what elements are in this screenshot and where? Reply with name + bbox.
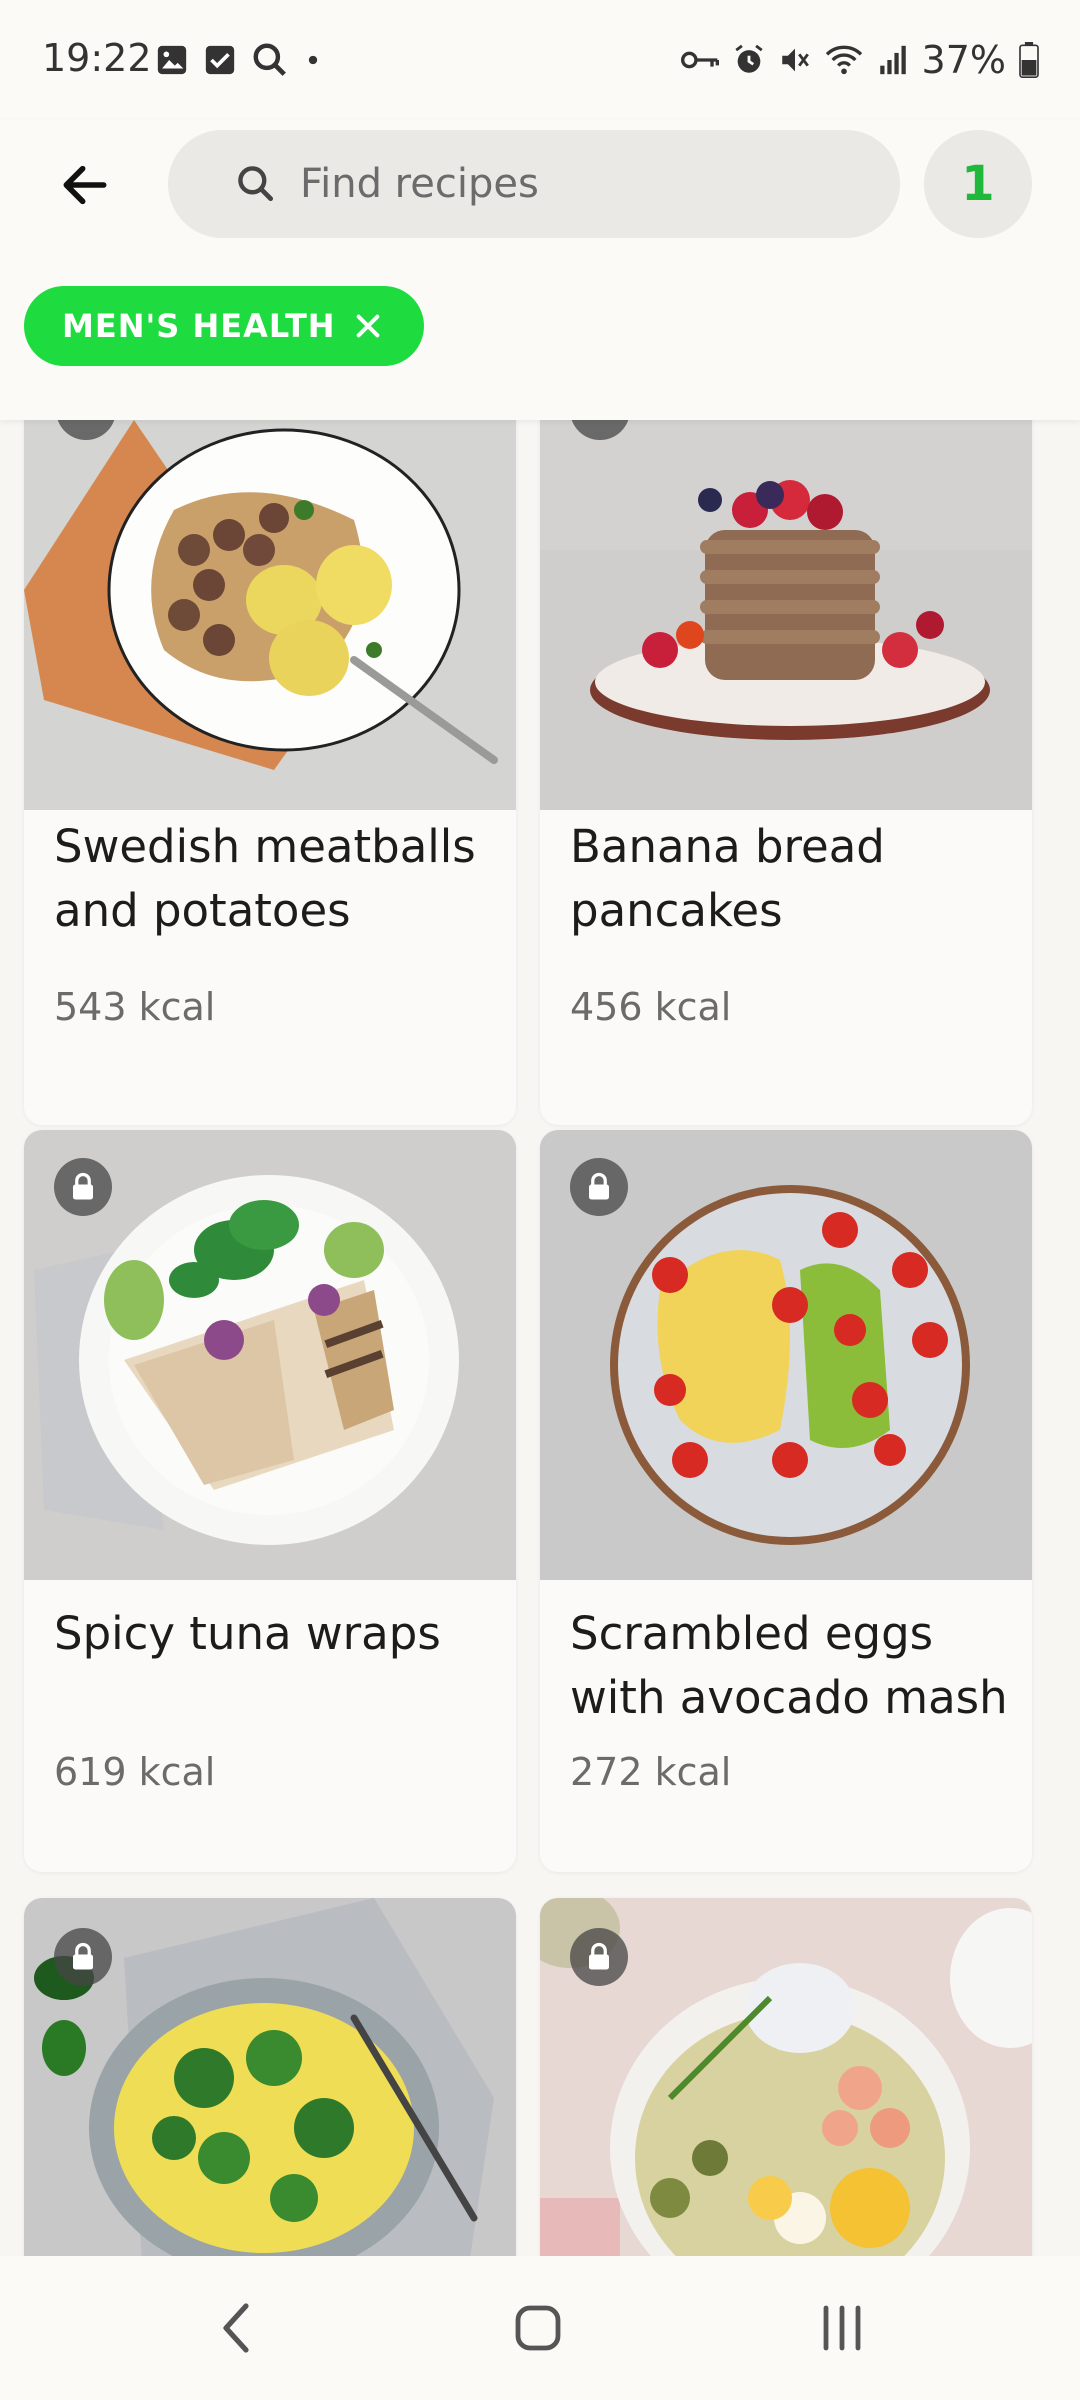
lock-icon: [54, 1158, 112, 1216]
status-time: 19:22: [42, 36, 152, 80]
lock-icon: [570, 1928, 628, 1986]
signal-icon: [879, 45, 906, 75]
back-button[interactable]: [40, 140, 130, 230]
home-square-icon: [515, 2305, 561, 2351]
filter-count-button[interactable]: 1: [924, 130, 1032, 238]
search-icon: [253, 43, 286, 76]
recipe-kcal: 456 kcal: [570, 985, 732, 1029]
battery-percent: 37%: [921, 38, 1006, 82]
recipe-image-pancakes: [540, 420, 1032, 810]
search-input[interactable]: Find recipes: [168, 130, 900, 238]
recipe-kcal: 543 kcal: [54, 985, 216, 1029]
recipe-title: Spicy tuna wraps: [54, 1607, 441, 1660]
wifi-icon: [825, 45, 862, 75]
notification-icons: [155, 40, 323, 80]
vpn-key-icon: [680, 51, 719, 69]
filter-chip-mens-health[interactable]: MEN'S HEALTH: [24, 286, 424, 366]
recipe-grid: Swedish meatballs and potatoes 543 kcal: [0, 420, 1080, 2256]
recipe-card[interactable]: Spicy tuna wraps 619 kcal: [24, 1130, 516, 1872]
search-placeholder: Find recipes: [300, 161, 539, 207]
recipe-card[interactable]: Swedish meatballs and potatoes 543 kcal: [24, 420, 516, 1125]
nav-recents-button[interactable]: [802, 2296, 882, 2360]
lock-icon: [570, 1158, 628, 1216]
recipe-card[interactable]: Scrambled eggs with avocado mash 272 kca…: [540, 1130, 1032, 1872]
recipe-title: Banana bread pancakes: [570, 820, 885, 937]
dot-icon: [308, 55, 318, 65]
recipe-title: Scrambled eggs with avocado mash: [570, 1607, 1008, 1724]
nav-back-button[interactable]: [196, 2296, 276, 2360]
recipe-kcal: 619 kcal: [54, 1750, 216, 1794]
recipe-card[interactable]: Banana bread pancakes 456 kcal: [540, 420, 1032, 1125]
recipe-card[interactable]: [540, 1898, 1032, 2256]
recipe-kcal: 272 kcal: [570, 1750, 732, 1794]
lock-icon: [54, 1928, 112, 1986]
arrow-left-icon: [63, 165, 107, 205]
alarm-icon: [734, 44, 763, 73]
close-icon[interactable]: [352, 310, 384, 342]
battery-icon: [1019, 42, 1039, 78]
recipe-search-screen: 19:22 37% Find recipes 1 MEN'S HEALTH Sw…: [0, 0, 1080, 2400]
nav-home-button[interactable]: [498, 2296, 578, 2360]
chevron-left-icon: [223, 2303, 249, 2353]
check-box-icon: [205, 45, 235, 75]
recipe-image-meatballs: [24, 420, 516, 810]
recipe-title: Swedish meatballs and potatoes: [54, 820, 476, 937]
gallery-icon: [157, 45, 187, 75]
recipe-card[interactable]: [24, 1898, 516, 2256]
status-bar: 19:22 37%: [0, 0, 1080, 120]
system-navigation-bar: [0, 2256, 1080, 2400]
system-icons: 37%: [680, 38, 1040, 82]
top-bar: Find recipes 1 MEN'S HEALTH: [0, 120, 1080, 420]
mute-icon: [781, 48, 809, 72]
filter-chip-label: MEN'S HEALTH: [62, 307, 336, 345]
search-icon: [238, 166, 274, 202]
recents-icon: [823, 2305, 861, 2351]
